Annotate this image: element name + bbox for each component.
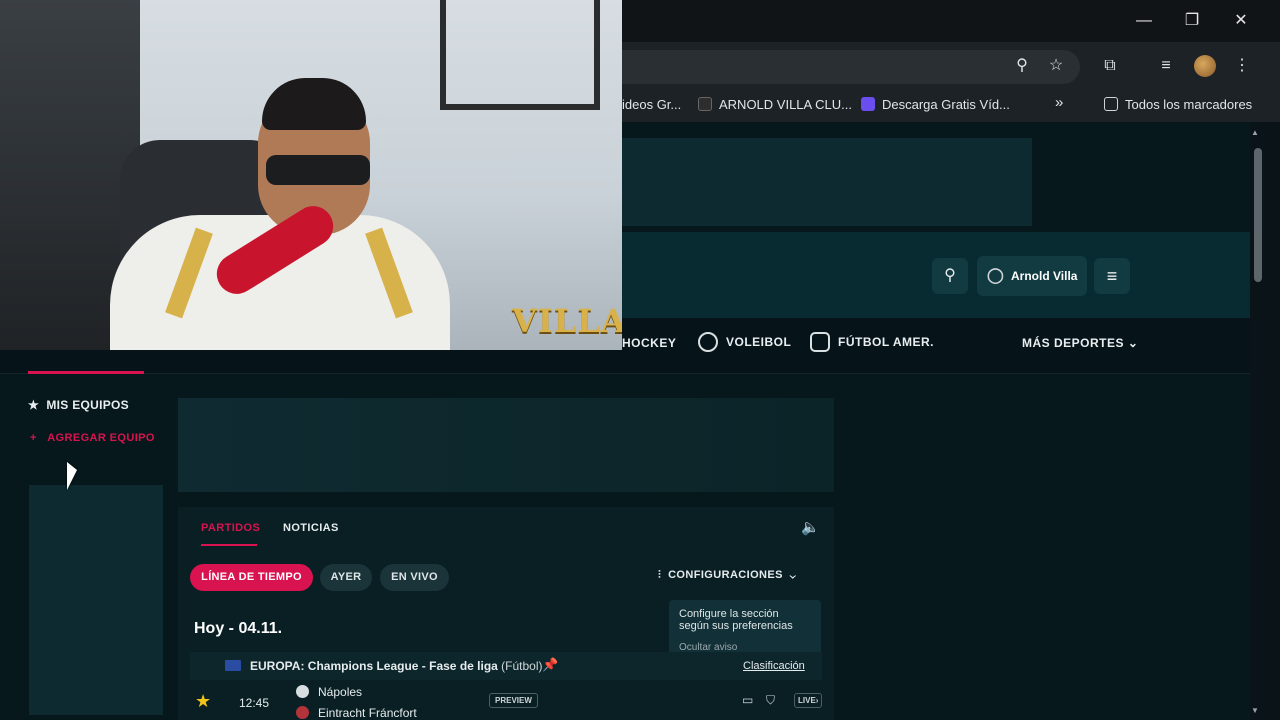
sound-icon[interactable]: 🔈 [801,518,820,536]
folder-icon [1104,97,1118,111]
date-heading: Hoy - 04.11. [194,620,283,637]
chevron-down-icon: ⌄ [1127,336,1139,350]
bookmark-favicon [698,97,712,111]
profile-avatar[interactable] [1194,55,1216,77]
volleyball-icon [698,332,718,352]
tab-active-indicator [201,544,257,546]
webcam-logo: VILLA [512,302,622,340]
search-button[interactable]: ⚲ [932,258,968,294]
user-account-button[interactable]: ◯ Arnold Villa [977,256,1087,296]
chevron-down-icon: ⌄ [789,569,797,581]
address-bar[interactable] [600,50,1080,84]
settings-tooltip: Configure la sección según sus preferenc… [669,600,821,660]
all-bookmarks-folder[interactable]: Todos los marcadores [1104,97,1252,112]
away-team: Eintracht Fráncfort [296,706,417,720]
matches-panel: PARTIDOS NOTICIAS 🔈 LÍNEA DE TIEMPO AYER… [178,507,834,720]
add-team-link[interactable]: + AGREGAR EQUIPO [30,432,155,444]
scrollbar-thumb[interactable] [1254,148,1262,282]
search-icon: ⚲ [944,267,956,284]
minimize-icon[interactable]: — [1130,8,1158,34]
sliders-icon: ⫶ [658,569,662,581]
settings-dropdown[interactable]: ⫶ CONFIGURACIONES ⌄ [658,569,796,582]
hamburger-menu-button[interactable]: ≡ [1094,258,1130,294]
top-ad-banner [622,138,1032,226]
tooltip-text: Configure la sección según sus preferenc… [679,608,793,632]
team-logo [296,706,309,719]
restore-icon[interactable]: ❐ [1178,8,1206,34]
menu-icon: ≡ [1106,266,1118,286]
user-icon: ◯ [987,267,1004,284]
more-sports-dropdown[interactable]: MÁS DEPORTES ⌄ [1022,336,1138,350]
preview-badge[interactable]: PREVIEW [489,693,538,708]
europe-flag-icon [225,660,241,671]
my-teams-heading: ★ MIS EQUIPOS [28,398,129,412]
star-icon: ★ [28,398,40,412]
plus-icon: + [30,432,37,444]
tab-matches[interactable]: PARTIDOS [201,522,260,534]
match-row[interactable]: ★ 12:45 Nápoles Eintracht Fráncfort PREV… [190,681,823,720]
team-logo [296,685,309,698]
sidebar-ad [29,485,163,715]
more-bookmarks-icon[interactable]: » [1055,94,1063,111]
home-team: Nápoles [296,685,362,699]
match-time: 12:45 [239,696,270,710]
nav-active-indicator [28,371,144,374]
webcam-sunglasses [266,155,370,185]
media-control-icon[interactable]: ≡ [1154,54,1178,78]
close-icon[interactable]: ✕ [1227,8,1255,34]
live-badge[interactable]: LIVE› [794,693,823,708]
pin-icon[interactable]: 📌 [542,657,558,673]
filter-yesterday[interactable]: AYER [320,564,372,591]
webcam-person-hair [262,78,366,130]
main-ad-banner [178,398,834,492]
zoom-icon[interactable]: ⚲ [1010,54,1034,78]
webcam-overlay: VILLA [0,0,622,350]
sport-tab-hockey[interactable]: HOCKEY [622,336,676,350]
sport-tab-american-football[interactable]: FÚTBOL AMER. [810,332,934,352]
favorite-star-icon[interactable]: ★ [195,691,211,712]
webcam-wall-rack [440,0,600,110]
extensions-icon[interactable]: ⧉ [1098,54,1122,78]
bookmark-star-icon[interactable]: ☆ [1044,54,1068,78]
bookmark-item[interactable]: Descarga Gratis Víd... [861,97,1010,112]
bookmark-item[interactable]: ideos Gr... [622,97,681,112]
jersey-icon[interactable]: ⛉ [766,693,775,708]
mouse-cursor [67,462,77,490]
user-name: Arnold Villa [1011,269,1078,283]
browser-menu-icon[interactable]: ⋮ [1230,54,1254,78]
league-header: EUROPA: Champions League - Fase de liga … [190,652,822,680]
sport-tab-volleyball[interactable]: VOLEIBOL [698,332,791,352]
filter-timeline[interactable]: LÍNEA DE TIEMPO [190,564,313,591]
helmet-icon [810,332,830,352]
standings-link[interactable]: Clasificación [743,660,805,672]
tv-icon[interactable]: ▭ [742,693,753,707]
filter-live[interactable]: EN VIVO [380,564,449,591]
scroll-up-icon[interactable]: ▲ [1251,128,1259,137]
tab-news[interactable]: NOTICIAS [283,522,339,534]
scroll-down-icon[interactable]: ▼ [1251,706,1259,715]
bookmark-favicon [861,97,875,111]
bookmark-item[interactable]: ARNOLD VILLA CLU... [698,97,852,112]
league-name[interactable]: EUROPA: Champions League - Fase de liga … [250,659,543,673]
